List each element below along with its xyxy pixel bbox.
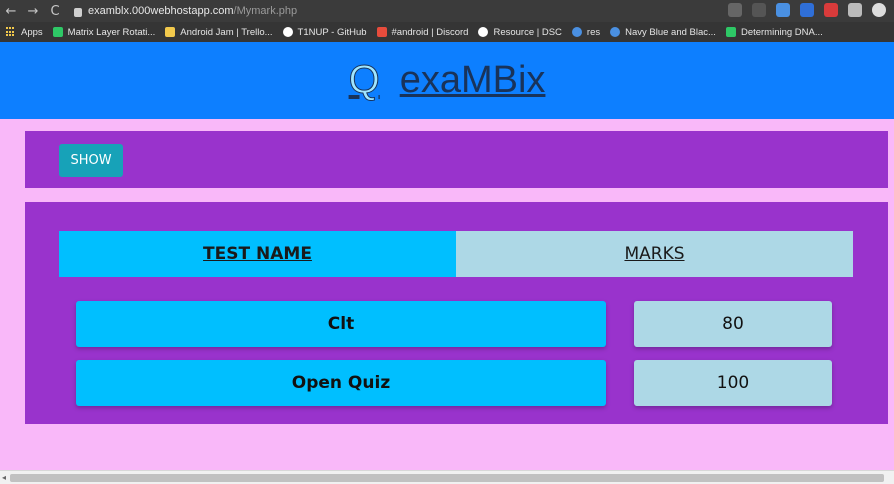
brand-name: exaMBix bbox=[399, 59, 546, 101]
key-icon[interactable] bbox=[728, 3, 742, 17]
bookmark-label: Matrix Layer Rotati... bbox=[67, 26, 156, 38]
hackerrank-icon bbox=[725, 27, 736, 37]
column-header-test-name[interactable]: TEST NAME bbox=[59, 231, 456, 277]
extension-icon[interactable] bbox=[800, 3, 814, 17]
lock-icon bbox=[74, 7, 82, 17]
bookmark-label: T1NUP - GitHub bbox=[297, 26, 367, 38]
adblock-icon[interactable] bbox=[824, 3, 838, 17]
table-row-test-name: Clt bbox=[76, 301, 606, 347]
bookmark-label: res bbox=[586, 26, 601, 38]
star-icon[interactable] bbox=[752, 3, 766, 17]
column-header-marks[interactable]: MARKS bbox=[456, 231, 853, 277]
reload-icon[interactable]: C bbox=[44, 4, 66, 19]
bookmark-label: Apps bbox=[21, 26, 43, 38]
browser-toolbar: ← → C examblx.000webhostapp.com/Mymark.p… bbox=[0, 0, 894, 22]
url-path: /Mymark.php bbox=[233, 5, 298, 17]
table-row-marks: 100 bbox=[634, 360, 832, 406]
bookmark-item[interactable]: Android Jam | Trello... bbox=[165, 26, 273, 38]
chrome-icon bbox=[610, 27, 621, 37]
brand-link[interactable]: Q exaMBix bbox=[348, 58, 546, 103]
url-host: examblx.000webhostapp.com bbox=[88, 5, 234, 17]
apps-grid-icon bbox=[6, 27, 16, 37]
bookmark-label: Navy Blue and Blac... bbox=[625, 26, 716, 38]
github-icon bbox=[478, 27, 489, 37]
hackerrank-icon bbox=[52, 27, 63, 37]
bookmark-label: #android | Discord bbox=[391, 26, 469, 38]
discord-icon bbox=[376, 27, 387, 37]
puzzle-icon[interactable] bbox=[848, 3, 862, 17]
marks-table-panel: TEST NAME MARKS Clt 80 Open Quiz 100 bbox=[25, 202, 888, 424]
logo-icon: Q bbox=[348, 58, 380, 103]
bookmark-item[interactable]: Resource | DSC bbox=[478, 26, 562, 38]
github-icon bbox=[282, 27, 293, 37]
horizontal-scrollbar[interactable]: ◂ bbox=[0, 470, 894, 484]
address-bar[interactable]: examblx.000webhostapp.com/Mymark.php bbox=[74, 5, 297, 17]
back-icon[interactable]: ← bbox=[0, 4, 22, 19]
controls-panel: SHOW bbox=[25, 131, 888, 188]
bookmark-item[interactable]: Determining DNA... bbox=[725, 26, 823, 38]
chrome-icon bbox=[571, 27, 582, 37]
extension-icon[interactable] bbox=[776, 3, 790, 17]
scrollbar-thumb[interactable] bbox=[10, 474, 884, 482]
scroll-left-icon[interactable]: ◂ bbox=[2, 473, 6, 482]
forward-icon[interactable]: → bbox=[22, 4, 44, 19]
bookmark-label: Determining DNA... bbox=[740, 26, 823, 38]
table-row-marks: 80 bbox=[634, 301, 832, 347]
trello-icon bbox=[165, 27, 176, 37]
bookmark-item[interactable]: Navy Blue and Blac... bbox=[610, 27, 716, 38]
bookmark-label: Resource | DSC bbox=[493, 26, 562, 38]
table-row-test-name: Open Quiz bbox=[76, 360, 606, 406]
bookmarks-bar: Apps Matrix Layer Rotati... Android Jam … bbox=[0, 22, 894, 42]
bookmark-item[interactable]: res bbox=[571, 26, 601, 38]
app-header: Q exaMBix bbox=[0, 42, 894, 119]
show-button[interactable]: SHOW bbox=[59, 144, 123, 177]
bookmark-label: Android Jam | Trello... bbox=[180, 26, 273, 38]
bookmark-item[interactable]: Matrix Layer Rotati... bbox=[52, 26, 156, 38]
bookmark-apps[interactable]: Apps bbox=[6, 27, 43, 38]
avatar[interactable] bbox=[872, 3, 886, 17]
browser-extensions bbox=[728, 3, 886, 17]
bookmark-item[interactable]: T1NUP - GitHub bbox=[282, 26, 367, 38]
bookmark-item[interactable]: #android | Discord bbox=[376, 26, 469, 38]
